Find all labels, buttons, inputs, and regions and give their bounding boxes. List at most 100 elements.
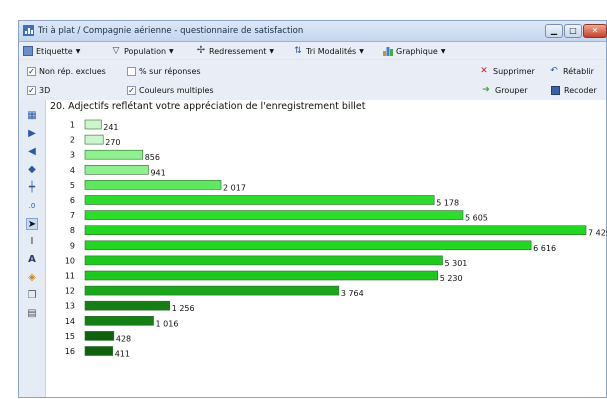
3d-checkbox[interactable]: ✓ 3D xyxy=(27,84,50,96)
bar[interactable] xyxy=(84,346,114,356)
bar[interactable] xyxy=(84,316,154,326)
arrow-right-icon: ➔ xyxy=(482,85,490,95)
category-label: 7 xyxy=(70,211,75,220)
grouper-label: Grouper xyxy=(495,85,528,95)
filter-icon: ▽ xyxy=(112,46,120,56)
category-label: 3 xyxy=(70,151,75,160)
value-label: 1 256 xyxy=(172,304,195,313)
back-icon[interactable]: ◀ xyxy=(26,146,38,158)
category-label: 15 xyxy=(65,332,75,341)
decimals-icon[interactable]: .0 xyxy=(26,200,38,212)
bar[interactable] xyxy=(84,331,115,341)
recoder-button[interactable]: Recoder xyxy=(551,84,597,96)
close-icon: ✕ xyxy=(591,26,599,35)
pct-sur-reponses-label: % sur réponses xyxy=(139,66,201,76)
bar[interactable] xyxy=(84,165,149,175)
sort-icon: ⇅ xyxy=(294,46,302,56)
category-label: 4 xyxy=(70,166,75,175)
value-label: 941 xyxy=(150,168,165,177)
menu-population[interactable]: ▽ Population ▼ xyxy=(111,45,174,57)
value-label: 241 xyxy=(103,123,118,132)
menu-population-label: Population xyxy=(124,46,167,56)
bar[interactable] xyxy=(84,285,340,296)
category-label: 1 xyxy=(70,121,75,130)
bar[interactable] xyxy=(84,149,144,160)
print-icon[interactable]: ▤ xyxy=(26,308,38,320)
undo-icon: ↶ xyxy=(550,66,558,76)
bar[interactable] xyxy=(84,300,171,311)
bar[interactable] xyxy=(84,210,464,220)
tri-a-plat-window: Tri à plat / Compagnie aérienne - questi… xyxy=(18,20,607,398)
bar[interactable] xyxy=(84,180,222,190)
menu-redressement-label: Redressement xyxy=(209,46,267,56)
value-label: 856 xyxy=(145,153,160,162)
couleurs-multiples-checkbox[interactable]: ✓ Couleurs multiples xyxy=(127,84,214,96)
bar[interactable] xyxy=(84,225,587,235)
pct-sur-reponses-checkbox[interactable]: % sur réponses xyxy=(127,65,201,77)
category-label: 8 xyxy=(70,226,75,235)
close-button[interactable]: ✕ xyxy=(583,24,607,38)
value-label: 2 017 xyxy=(223,183,246,192)
maximize-button[interactable]: □ xyxy=(564,24,582,38)
retablir-button[interactable]: ↶ Rétablir xyxy=(549,65,594,77)
menu-bar: Etiquette ▼ ▽ Population ▼ ✢ Redressemen… xyxy=(19,42,606,59)
weighting-icon: ✢ xyxy=(196,45,206,56)
options-bar: ✓ Non rép. exclues % sur réponses ✓ 3D ✓… xyxy=(19,60,606,101)
play-icon[interactable]: ▶ xyxy=(26,128,38,140)
chart-area: 20. Adjectifs reflétant votre appréciati… xyxy=(46,100,607,397)
supprimer-button[interactable]: ✕ Supprimer xyxy=(479,65,535,77)
category-label: 11 xyxy=(65,272,75,281)
bar[interactable] xyxy=(84,240,532,251)
font-icon[interactable]: A xyxy=(26,254,38,266)
bar[interactable] xyxy=(84,255,443,266)
chevron-down-icon: ▼ xyxy=(269,47,275,55)
menu-redressement[interactable]: ✢ Redressement ▼ xyxy=(196,45,274,57)
table-icon[interactable]: ▦ xyxy=(26,110,38,122)
couleurs-multiples-label: Couleurs multiples xyxy=(139,85,214,95)
menu-tri-modalites[interactable]: ⇅ Tri Modalités ▼ xyxy=(293,45,364,57)
checkbox-checked-icon: ✓ xyxy=(27,85,36,95)
value-label: 428 xyxy=(116,334,131,343)
non-rep-exclues-checkbox[interactable]: ✓ Non rép. exclues xyxy=(27,65,106,77)
menu-etiquette[interactable]: Etiquette ▼ xyxy=(23,45,80,57)
chevron-down-icon: ▼ xyxy=(440,47,446,55)
checkbox-unchecked-icon xyxy=(127,66,136,76)
axis-icon[interactable]: ┿ xyxy=(26,182,38,194)
left-toolbar: ▦ ▶ ◀ ◆ ┿ .0 ➤ Ⅰ A ◈ ❐ ▤ xyxy=(19,100,46,397)
pointer-icon[interactable]: ➤ xyxy=(26,218,38,230)
save-icon xyxy=(551,85,560,95)
text-cursor-icon[interactable]: Ⅰ xyxy=(26,236,38,248)
paint-bucket-icon[interactable]: ◈ xyxy=(26,272,38,284)
value-label: 1 016 xyxy=(156,319,179,328)
category-label: 2 xyxy=(70,136,75,145)
bar[interactable] xyxy=(84,119,102,130)
value-label: 5 605 xyxy=(465,214,488,223)
value-label: 5 230 xyxy=(440,274,463,283)
category-label: 10 xyxy=(65,256,75,265)
retablir-label: Rétablir xyxy=(563,66,594,76)
category-label: 12 xyxy=(65,287,75,296)
checkbox-checked-icon: ✓ xyxy=(27,66,36,76)
value-label: 7 429 xyxy=(588,229,607,238)
menu-tri-modalites-label: Tri Modalités xyxy=(306,46,357,56)
value-label: 411 xyxy=(115,350,130,359)
category-label: 14 xyxy=(65,317,75,326)
category-label: 13 xyxy=(65,302,75,311)
window-title: Tri à plat / Compagnie aérienne - questi… xyxy=(38,26,304,36)
label-icon xyxy=(23,46,33,56)
menu-graphique-label: Graphique xyxy=(396,46,438,56)
expand-horizontal-icon[interactable]: ◆ xyxy=(26,164,38,176)
3d-label: 3D xyxy=(39,85,51,95)
bar[interactable] xyxy=(84,134,104,145)
bar[interactable] xyxy=(84,270,439,281)
grouper-button[interactable]: ➔ Grouper xyxy=(481,84,528,96)
menu-graphique[interactable]: Graphique ▼ xyxy=(383,45,445,57)
chevron-down-icon: ▼ xyxy=(169,47,174,55)
category-label: 6 xyxy=(70,196,75,205)
minimize-button[interactable]: ▁ xyxy=(545,24,563,38)
checkbox-checked-icon: ✓ xyxy=(127,85,136,95)
copy-icon[interactable]: ❐ xyxy=(26,290,38,302)
bar[interactable] xyxy=(84,195,435,205)
category-label: 5 xyxy=(70,181,75,190)
value-label: 270 xyxy=(105,138,120,147)
